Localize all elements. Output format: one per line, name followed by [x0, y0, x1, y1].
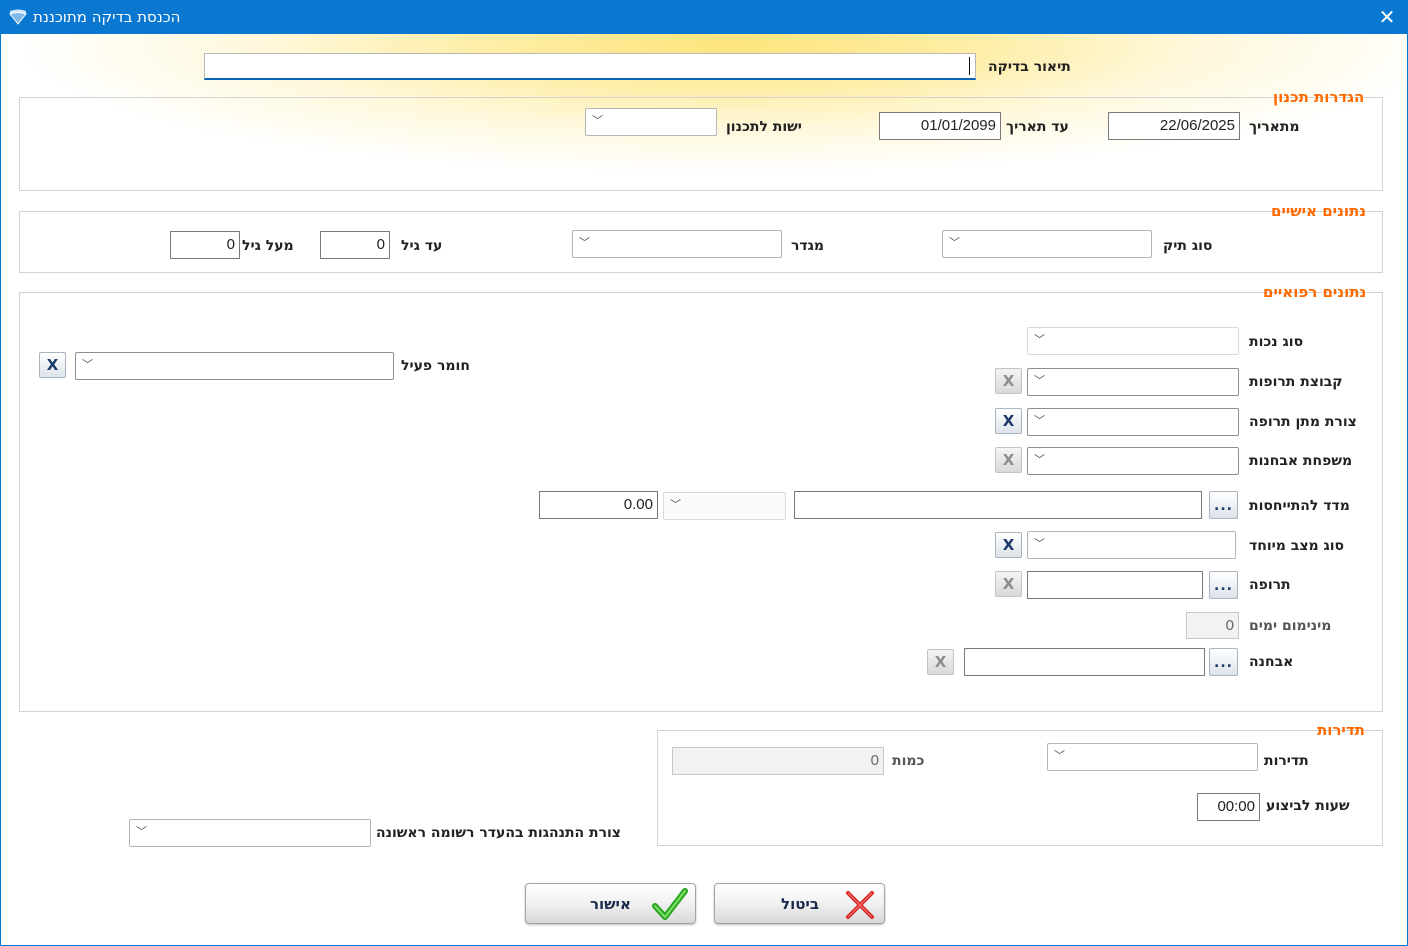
chevron-down-icon: ﹀	[1034, 333, 1045, 346]
medical-group-title: נתונים רפואיים	[1263, 283, 1367, 301]
frequency-group-title: תדירות	[1317, 721, 1365, 739]
diagnosis-family-dropdown[interactable]: ﹀	[1027, 447, 1239, 475]
exec-hours-label: שעות לביצוע	[1266, 798, 1350, 814]
quantity-label: כמות	[892, 753, 925, 769]
dialog-window: הכנסת בדיקה מתוכננת ✕ תיאור בדיקה הגדרות…	[0, 0, 1408, 946]
chevron-down-icon: ﹀	[670, 498, 681, 511]
min-days-input[interactable]: 0	[1186, 612, 1239, 639]
entity-label: ישות לתכנון	[726, 119, 802, 135]
reference-operator-dropdown[interactable]: ﹀	[663, 492, 786, 520]
to-age-label: עד גיל	[401, 238, 443, 254]
test-description-label: תיאור בדיקה	[988, 59, 1071, 75]
chevron-down-icon: ﹀	[949, 236, 960, 249]
to-date-label: עד תאריך	[1006, 119, 1069, 135]
disability-type-dropdown[interactable]: ﹀	[1027, 327, 1239, 355]
exec-hours-input[interactable]: 00:00	[1197, 793, 1260, 821]
special-state-dropdown[interactable]: ﹀	[1027, 531, 1236, 559]
confirm-button[interactable]: אישור	[525, 883, 696, 924]
above-age-label: מעל גיל	[242, 238, 294, 254]
drug-form-label: צורת מתן תרופה	[1249, 414, 1357, 430]
chevron-down-icon: ﹀	[1034, 537, 1045, 550]
title-bar: הכנסת בדיקה מתוכננת ✕	[1, 1, 1407, 34]
cancel-button[interactable]: ביטול	[714, 883, 885, 924]
planning-group-title: הגדרות תכנון	[1273, 88, 1365, 106]
chevron-down-icon: ﹀	[592, 114, 603, 127]
diagnosis-family-label: משפחת אבחנות	[1249, 453, 1353, 469]
diagnosis-input[interactable]	[964, 648, 1205, 676]
chevron-down-icon: ﹀	[1034, 453, 1045, 466]
confirm-button-label: אישור	[590, 895, 631, 913]
medication-label: תרופה	[1249, 577, 1291, 593]
drug-form-dropdown[interactable]: ﹀	[1027, 408, 1239, 436]
app-heart-icon	[9, 9, 27, 25]
from-date-input[interactable]: 22/06/2025	[1108, 112, 1240, 140]
active-ingredient-dropdown[interactable]: ﹀	[75, 352, 394, 380]
file-type-label: סוג תיק	[1163, 238, 1213, 254]
checkmark-icon	[652, 888, 688, 920]
personal-group-title: נתונים אישיים	[1271, 202, 1367, 220]
text-caret	[969, 57, 970, 75]
reference-value-input[interactable]: 0.00	[539, 491, 658, 519]
min-days-label: מינימום ימים	[1249, 618, 1332, 634]
active-ingredient-label: חומר פעיל	[401, 358, 470, 374]
chevron-down-icon: ﹀	[136, 825, 147, 838]
test-description-input[interactable]	[204, 53, 976, 80]
disability-type-label: סוג נכות	[1249, 334, 1304, 350]
clear-diagnosis-button[interactable]: X	[927, 649, 954, 675]
clear-drug-form-button[interactable]: X	[995, 408, 1022, 434]
frequency-label: תדירות	[1264, 753, 1309, 769]
special-state-label: סוג מצב מיוחד	[1249, 538, 1345, 554]
from-date-label: מתאריך	[1249, 119, 1300, 135]
chevron-down-icon: ﹀	[1034, 414, 1045, 427]
gender-label: מגדר	[791, 238, 825, 254]
above-age-input[interactable]: 0	[170, 231, 240, 259]
browse-medication-button[interactable]: ...	[1209, 571, 1238, 599]
medication-input[interactable]	[1027, 571, 1203, 599]
gender-dropdown[interactable]: ﹀	[572, 230, 782, 258]
entity-dropdown[interactable]: ﹀	[585, 108, 717, 136]
chevron-down-icon: ﹀	[579, 236, 590, 249]
frequency-dropdown[interactable]: ﹀	[1047, 743, 1258, 771]
cancel-button-label: ביטול	[781, 895, 819, 913]
browse-diagnosis-button[interactable]: ...	[1209, 648, 1238, 676]
window-title: הכנסת בדיקה מתוכננת	[33, 8, 181, 26]
chevron-down-icon: ﹀	[1054, 749, 1065, 762]
clear-diagnosis-family-button[interactable]: X	[995, 447, 1022, 473]
drug-group-label: קבוצת תרופות	[1249, 374, 1343, 390]
clear-active-ingredient-button[interactable]: X	[39, 352, 66, 378]
to-date-input[interactable]: 01/01/2099	[879, 112, 1001, 140]
browse-reference-index-button[interactable]: ...	[1209, 491, 1238, 519]
reference-index-label: מדד להתייחסות	[1249, 498, 1350, 514]
chevron-down-icon: ﹀	[82, 358, 93, 371]
dialog-content: תיאור בדיקה הגדרות תכנון מתאריך 22/06/20…	[1, 34, 1407, 945]
close-icon[interactable]: ✕	[1375, 5, 1399, 29]
diagnosis-label: אבחנה	[1249, 654, 1294, 670]
drug-group-dropdown[interactable]: ﹀	[1027, 368, 1239, 396]
quantity-input[interactable]: 0	[672, 747, 884, 775]
file-type-dropdown[interactable]: ﹀	[942, 230, 1152, 258]
cross-icon	[846, 891, 874, 919]
clear-medication-button[interactable]: X	[995, 571, 1022, 597]
to-age-input[interactable]: 0	[320, 231, 390, 259]
behavior-dropdown[interactable]: ﹀	[129, 819, 371, 847]
chevron-down-icon: ﹀	[1034, 374, 1045, 387]
behavior-label: צורת התנהגות בהעדר רשומה ראשונה	[376, 825, 621, 841]
clear-special-state-button[interactable]: X	[995, 532, 1022, 558]
clear-drug-group-button[interactable]: X	[995, 368, 1022, 394]
reference-index-input[interactable]	[794, 491, 1202, 519]
